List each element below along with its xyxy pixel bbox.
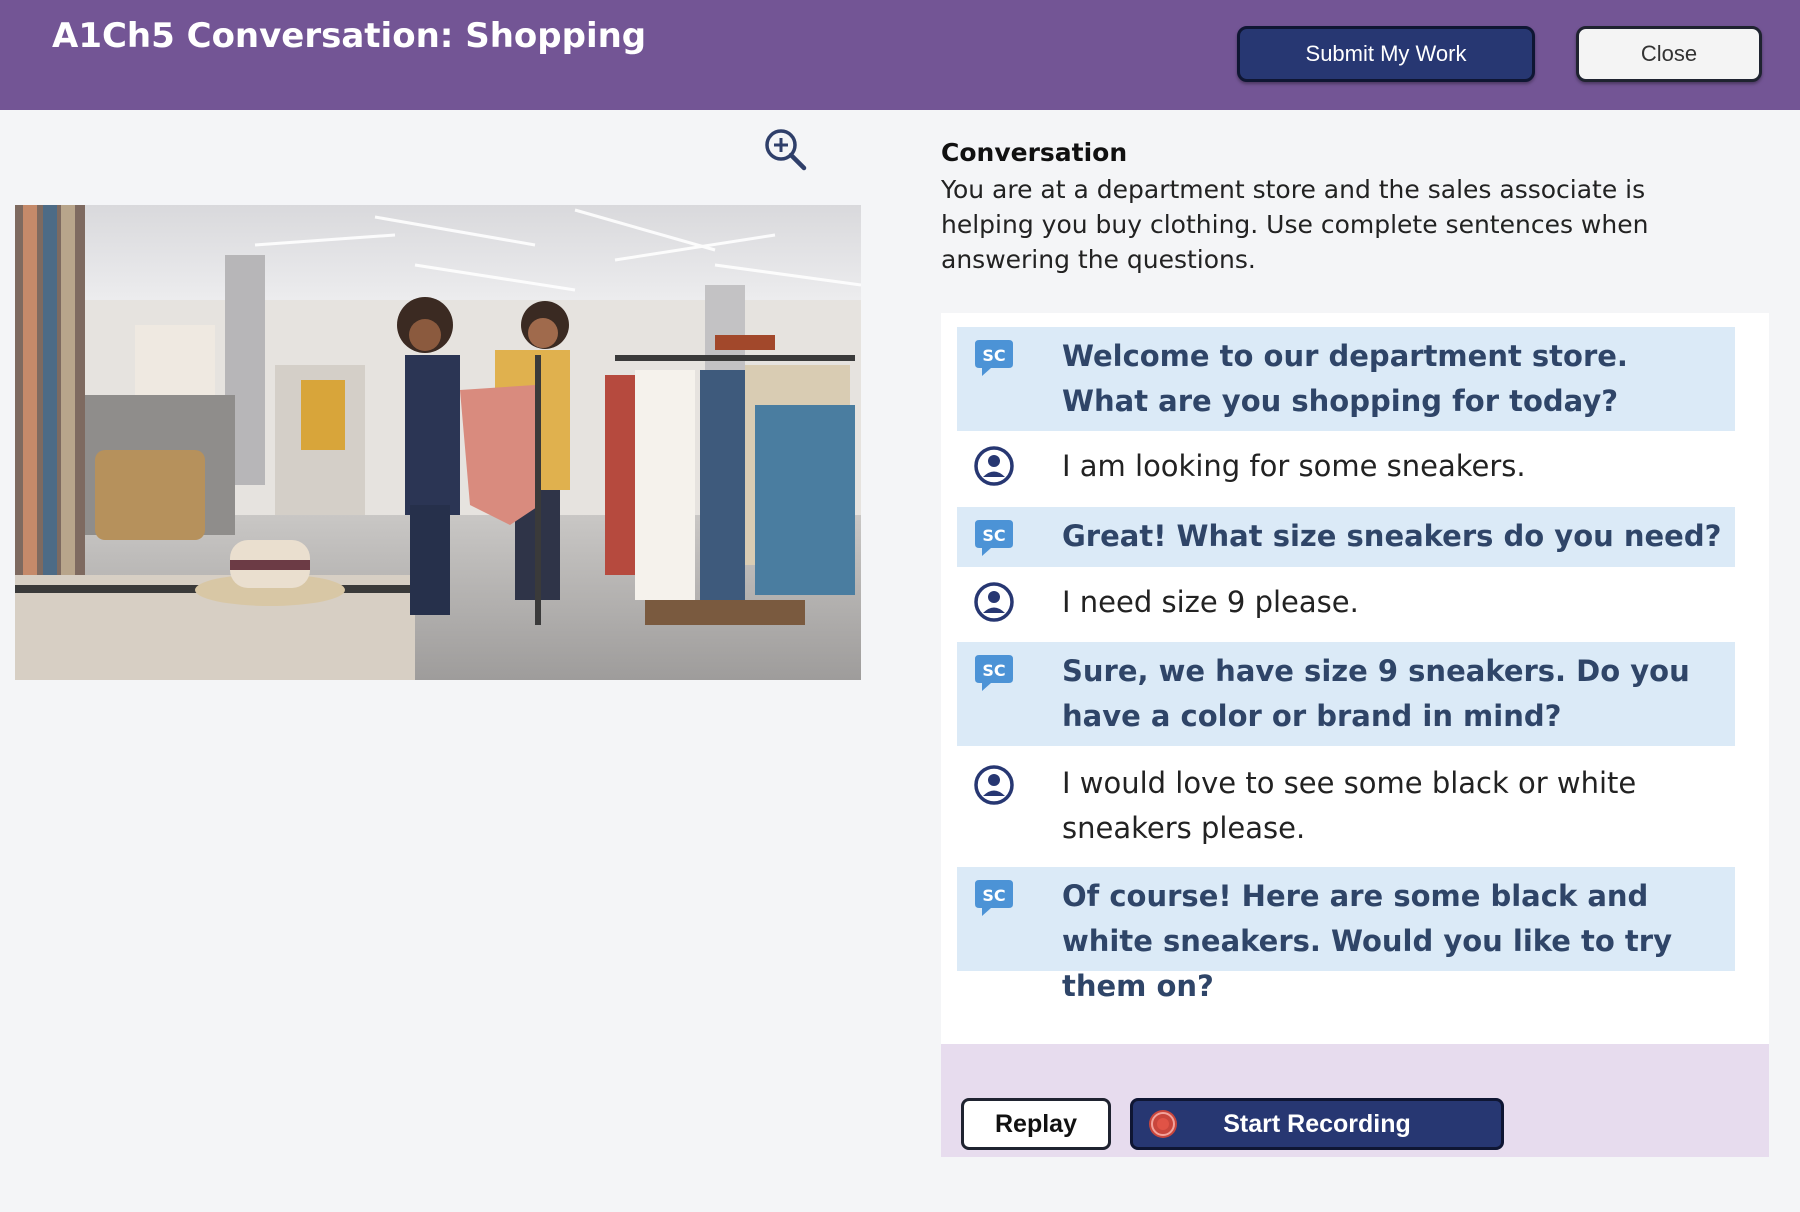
conversation-description: You are at a department store and the sa… <box>941 175 1649 274</box>
sc-message: SC Welcome to our department store. What… <box>957 327 1735 431</box>
sc-speech-bubble-icon: SC <box>973 517 1015 559</box>
svg-text:SC: SC <box>982 886 1005 905</box>
replay-button[interactable]: Replay <box>961 1098 1111 1150</box>
user-circle-icon <box>973 581 1015 623</box>
submit-my-work-button[interactable]: Submit My Work <box>1237 26 1535 82</box>
sc-message: SC Sure, we have size 9 sneakers. Do you… <box>957 642 1735 746</box>
header-bar: A1Ch5 Conversation: Shopping Submit My W… <box>0 0 1800 110</box>
sc-message: SC Of course! Here are some black and wh… <box>957 867 1735 1003</box>
page-title: A1Ch5 Conversation: Shopping <box>52 16 647 56</box>
user-circle-icon <box>973 445 1015 487</box>
svg-text:SC: SC <box>982 346 1005 365</box>
user-message: I am looking for some sneakers. <box>957 435 1735 499</box>
sc-speech-bubble-icon: SC <box>973 652 1015 694</box>
message-text: I am looking for some sneakers. <box>1062 449 1526 483</box>
svg-text:SC: SC <box>982 661 1005 680</box>
message-text: Welcome to our department store. What ar… <box>1062 339 1628 418</box>
svg-text:SC: SC <box>982 526 1005 545</box>
zoom-in-icon[interactable] <box>762 126 808 172</box>
message-text: Of course! Here are some black and white… <box>1062 879 1672 1003</box>
user-message: I need size 9 please. <box>957 571 1735 635</box>
conversation-panel: SC Welcome to our department store. What… <box>941 313 1769 1044</box>
recording-controls: Replay Start Recording <box>941 1044 1769 1157</box>
user-message: I would love to see some black or white … <box>957 754 1735 858</box>
sc-message: SC Great! What size sneakers do you need… <box>957 507 1735 567</box>
message-text: I need size 9 please. <box>1062 585 1359 619</box>
message-text: I would love to see some black or white … <box>1062 766 1637 845</box>
conversation-heading: Conversation <box>941 138 1128 167</box>
sc-speech-bubble-icon: SC <box>973 877 1015 919</box>
message-text: Sure, we have size 9 sneakers. Do you ha… <box>1062 654 1690 733</box>
start-recording-button[interactable]: Start Recording <box>1130 1098 1504 1150</box>
store-photo[interactable] <box>15 205 861 680</box>
close-button[interactable]: Close <box>1576 26 1762 82</box>
sc-speech-bubble-icon: SC <box>973 337 1015 379</box>
start-recording-label: Start Recording <box>1223 1109 1411 1138</box>
user-circle-icon <box>973 764 1015 806</box>
message-text: Great! What size sneakers do you need? <box>1062 519 1722 553</box>
record-icon <box>1147 1108 1179 1140</box>
